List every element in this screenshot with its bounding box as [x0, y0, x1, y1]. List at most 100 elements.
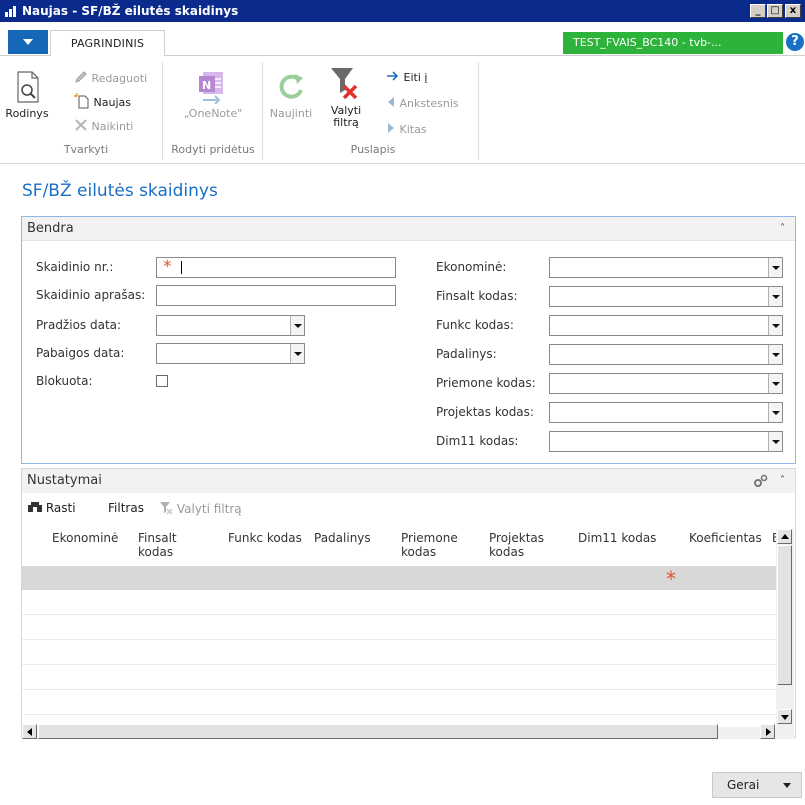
svg-text:N: N: [202, 79, 211, 92]
group-label-page: Puslapis: [350, 143, 396, 156]
app-icon: [5, 6, 16, 17]
refresh-label: Naujinti: [269, 107, 313, 120]
grid-row-line: [22, 664, 776, 665]
find-label: Rasti: [45, 501, 76, 515]
dropdown-arrow-icon[interactable]: [768, 287, 782, 306]
fasttab-settings-header[interactable]: Nustatymai ˄: [22, 469, 795, 493]
binoculars-icon: [28, 502, 42, 512]
page-title: SF/BŽ eilutės skaidinys: [22, 181, 218, 201]
scroll-thumb[interactable]: [777, 545, 792, 685]
column-header-finsalt-code[interactable]: Finsalt kodas: [138, 531, 177, 559]
field-label-split-no: Skaidinio nr.:: [36, 260, 114, 274]
scroll-up-button[interactable]: [777, 529, 792, 544]
scroll-down-button[interactable]: [777, 709, 792, 724]
dropdown-arrow-icon[interactable]: [768, 258, 782, 277]
edit-button[interactable]: Redaguoti: [74, 70, 147, 85]
maximize-button[interactable]: □: [767, 4, 783, 18]
ribbon-tab-bar: PAGRINDINIS TEST_FVAIS_BC140 - tvb-... ?: [0, 22, 805, 57]
dropdown-arrow-icon[interactable]: [768, 345, 782, 364]
dropdown-arrow-icon[interactable]: [768, 432, 782, 451]
ribbon-divider: [478, 62, 479, 160]
gears-icon[interactable]: [753, 474, 769, 488]
horizontal-scrollbar[interactable]: [22, 724, 794, 739]
ok-button[interactable]: Gerai: [712, 772, 802, 798]
dropdown-arrow-icon[interactable]: [290, 316, 304, 335]
refresh-button[interactable]: Naujinti: [268, 70, 314, 120]
column-header-coefficient[interactable]: Koeficientas: [689, 531, 762, 545]
find-button[interactable]: Rasti: [28, 501, 76, 515]
ribbon-divider: [262, 62, 263, 160]
required-asterisk-icon: *: [666, 567, 676, 591]
grid-row-line: [22, 714, 776, 715]
column-header-dim11-code[interactable]: Dim11 kodas: [578, 531, 656, 545]
text-cursor: [181, 261, 182, 274]
scroll-left-button[interactable]: [22, 724, 37, 739]
dropdown-arrow-icon[interactable]: [290, 344, 304, 363]
dropdown-arrow-icon[interactable]: [768, 374, 782, 393]
column-header-funkc-code[interactable]: Funkc kodas: [228, 531, 302, 545]
help-icon[interactable]: ?: [786, 33, 804, 51]
onenote-icon: N: [199, 72, 223, 105]
fasttab-settings: Nustatymai ˄ Rasti Filtras Valyti filtrą…: [21, 468, 796, 739]
column-header-department[interactable]: Padalinys: [314, 531, 371, 545]
blocked-checkbox[interactable]: [156, 375, 168, 387]
scroll-right-button[interactable]: [760, 724, 775, 739]
group-label-manage: Tvarkyti: [63, 143, 109, 156]
scroll-h-thumb[interactable]: [38, 724, 718, 739]
delete-x-icon: [75, 119, 87, 131]
delete-button[interactable]: Naikinti: [74, 118, 133, 133]
field-label-economic: Ekonominė:: [436, 260, 507, 274]
measure-code-input[interactable]: [549, 373, 783, 394]
next-button[interactable]: Kitas: [386, 122, 427, 136]
split-description-input[interactable]: [156, 285, 396, 306]
minimize-button[interactable]: _: [750, 4, 766, 18]
onenote-button[interactable]: N „OneNote": [168, 70, 258, 120]
dropdown-arrow-icon[interactable]: [768, 316, 782, 335]
field-label-split-description: Skaidinio aprašas:: [36, 288, 146, 302]
department-input[interactable]: [549, 344, 783, 365]
application-menu-button[interactable]: [8, 30, 48, 54]
view-label: Rodinys: [5, 107, 49, 120]
end-date-input[interactable]: [156, 343, 305, 364]
pencil-icon: [75, 71, 87, 83]
view-button[interactable]: Rodinys: [4, 70, 50, 120]
funkc-code-input[interactable]: [549, 315, 783, 336]
clear-filter-button[interactable]: Valyti filtrą: [320, 66, 370, 129]
column-header-measure-code[interactable]: Priemone kodas: [401, 531, 458, 559]
ok-label: Gerai: [727, 778, 760, 792]
close-button[interactable]: x: [785, 4, 801, 18]
vertical-scrollbar[interactable]: [776, 529, 794, 727]
table-row-new[interactable]: *: [22, 566, 776, 591]
column-header-economic[interactable]: Ekonominė: [52, 531, 118, 545]
dropdown-arrow-icon[interactable]: [768, 403, 782, 422]
collapse-icon[interactable]: ˄: [780, 217, 785, 241]
new-button[interactable]: Naujas: [74, 93, 131, 109]
clear-filter-grid-button[interactable]: Valyti filtrą: [159, 501, 242, 516]
fasttab-settings-title: Nustatymai: [27, 473, 102, 488]
collapse-icon[interactable]: ˄: [780, 469, 785, 493]
finsalt-code-input[interactable]: [549, 286, 783, 307]
grid-row-line: [22, 689, 776, 690]
tab-home[interactable]: PAGRINDINIS: [50, 30, 165, 57]
field-label-measure-code: Priemone kodas:: [436, 376, 536, 390]
onenote-label: „OneNote": [183, 107, 243, 120]
field-label-funkc-code: Funkc kodas:: [436, 318, 514, 332]
view-icon: [17, 71, 39, 103]
field-label-blocked: Blokuota:: [36, 374, 93, 388]
fasttab-general: Bendra ˄ Skaidinio nr.: * Skaidinio apra…: [21, 216, 796, 464]
economic-input[interactable]: [549, 257, 783, 278]
previous-button[interactable]: Ankstesnis: [386, 96, 459, 110]
filter-button[interactable]: Filtras: [108, 501, 144, 515]
dim11-code-input[interactable]: [549, 431, 783, 452]
new-document-icon: [74, 93, 89, 109]
new-label: Naujas: [93, 96, 131, 109]
column-header-project-code[interactable]: Projektas kodas: [489, 531, 544, 559]
environment-badge: TEST_FVAIS_BC140 - tvb-...: [563, 32, 783, 54]
project-code-input[interactable]: [549, 402, 783, 423]
fasttab-general-header[interactable]: Bendra ˄: [22, 217, 795, 241]
start-date-input[interactable]: [156, 315, 305, 336]
field-label-dim11-code: Dim11 kodas:: [436, 434, 519, 448]
split-no-input[interactable]: *: [156, 257, 396, 278]
goto-button[interactable]: Eiti į: [386, 70, 427, 84]
chevron-down-icon[interactable]: [783, 783, 791, 789]
